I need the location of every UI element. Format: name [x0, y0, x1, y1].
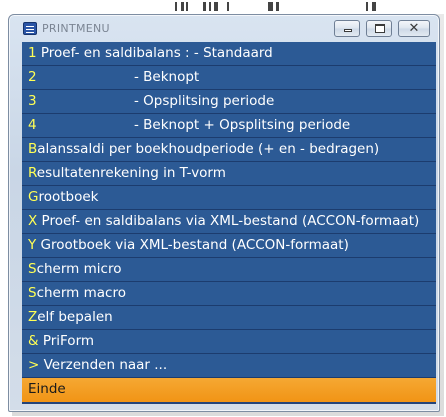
menu-item-hotkey: 2 [28, 69, 37, 85]
menu-item[interactable]: Grootboek [22, 186, 436, 210]
menu-item-label: rootboek [38, 189, 99, 205]
menu-item[interactable]: Balanssaldi per boekhoudperiode (+ en - … [22, 138, 436, 162]
menu-item-hotkey: 4 [28, 117, 37, 133]
minimize-icon [344, 29, 352, 32]
menu-item-hotkey: > [28, 357, 40, 373]
close-icon: ✕ [408, 21, 420, 36]
title-bar[interactable]: PRINTMENU ✕ [9, 15, 439, 43]
menu-item[interactable]: 4 - Beknopt + Opsplitsing periode [22, 114, 436, 138]
menu-item-label: - Beknopt + Opsplitsing periode [134, 117, 351, 133]
menu-item-hotkey: B [28, 141, 38, 157]
menu-item[interactable]: Scherm micro [22, 258, 436, 282]
window-title: PRINTMENU [42, 22, 110, 35]
menu-item-label: Verzenden naar ... [39, 357, 168, 373]
menu-item-label: cherm macro [36, 285, 126, 301]
menu-item-hotkey: Y [28, 237, 37, 253]
maximize-icon [375, 24, 385, 33]
menu-item-label: Proef- en saldibalans via XML-bestand (A… [37, 213, 420, 229]
menu-item[interactable]: 2 - Beknopt [22, 66, 436, 90]
menu-item-label: cherm micro [36, 261, 122, 277]
menu-item-label: Grootboek via XML-bestand (ACCON-formaat… [36, 237, 349, 253]
menu-item-label: Einde [28, 381, 66, 397]
background-window-edge [0, 0, 446, 14]
close-button[interactable]: ✕ [398, 20, 430, 37]
maximize-button[interactable] [366, 20, 392, 37]
menu-item-label: - Beknopt [134, 69, 200, 85]
menu-item-hotkey: X [28, 213, 38, 229]
menu-item-label: Proef- en saldibalans : - Standaard [36, 45, 273, 61]
menu-item-label: PriForm [38, 333, 95, 349]
menu-item[interactable]: & PriForm [22, 330, 436, 354]
menu-item-hotkey: 1 [28, 45, 37, 61]
menu-item[interactable]: 1 Proef- en saldibalans : - Standaard [22, 42, 436, 66]
menu-item-label: esultatenrekening in T-vorm [36, 165, 226, 181]
menu-item-hotkey: Z [28, 309, 38, 325]
menu-item-hotkey: G [28, 189, 39, 205]
menu-item[interactable]: Resultatenrekening in T-vorm [22, 162, 436, 186]
print-menu-list: 1 Proef- en saldibalans : - Standaard 2 - … [22, 42, 436, 404]
menu-item[interactable]: Zelf bepalen [22, 306, 436, 330]
menu-item-label: - Opsplitsing periode [134, 93, 275, 109]
menu-item-hotkey: & [28, 333, 39, 349]
menu-item-hotkey: 3 [28, 93, 37, 109]
menu-item-label: alanssaldi per boekhoudperiode (+ en - b… [37, 141, 380, 157]
menu-item-hotkey: S [28, 285, 37, 301]
menu-item[interactable]: Y Grootboek via XML-bestand (ACCON-forma… [22, 234, 436, 258]
minimize-button[interactable] [334, 20, 360, 37]
menu-item-hotkey: S [28, 261, 37, 277]
menu-item-label: elf bepalen [37, 309, 113, 325]
menu-item[interactable]: Scherm macro [22, 282, 436, 306]
printmenu-window: PRINTMENU ✕ 1 Proef- en saldibalans : - … [8, 14, 440, 412]
menu-item[interactable]: > Verzenden naar ... [22, 354, 436, 378]
menu-item[interactable]: 3 - Opsplitsing periode [22, 90, 436, 114]
app-menu-icon[interactable] [23, 22, 37, 35]
menu-item-hotkey: R [28, 165, 37, 181]
menu-item[interactable]: X Proef- en saldibalans via XML-bestand … [22, 210, 436, 234]
menu-item[interactable]: Einde [22, 378, 436, 402]
